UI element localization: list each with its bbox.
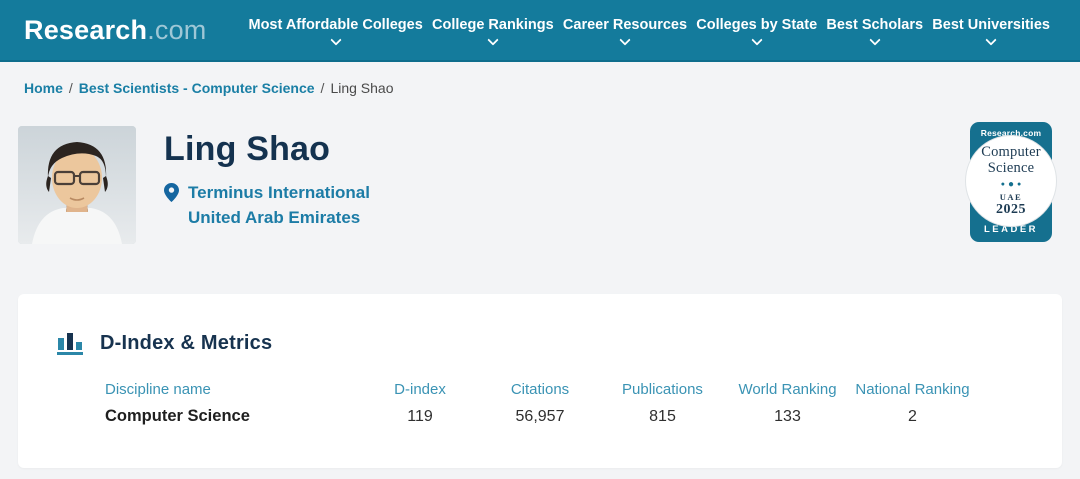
nav-item-colleges-by-state[interactable]: Colleges by State bbox=[696, 17, 817, 44]
profile-photo-illustration bbox=[18, 126, 136, 244]
affiliation-text: Terminus International United Arab Emira… bbox=[188, 181, 370, 230]
logo-primary: Research bbox=[24, 15, 147, 45]
badge-year-label: 2025 bbox=[996, 202, 1026, 218]
metrics-table: Discipline name D-index Citations Public… bbox=[105, 381, 1062, 426]
cell-discipline-name: Computer Science bbox=[105, 407, 360, 426]
cell-citations: 56,957 bbox=[480, 408, 600, 426]
scientist-profile-header: Ling Shao Terminus International United … bbox=[18, 126, 1056, 244]
cell-publications: 815 bbox=[600, 408, 725, 426]
breadcrumb-separator: / bbox=[321, 80, 325, 96]
cell-world-ranking: 133 bbox=[725, 408, 850, 426]
badge-region-label: UAE bbox=[1000, 192, 1022, 202]
card-title: D-Index & Metrics bbox=[100, 332, 272, 355]
column-header-d-index: D-index bbox=[360, 381, 480, 398]
top-navbar: Research.com Most Affordable Colleges Co… bbox=[0, 0, 1080, 62]
breadcrumb-best-scientists-link[interactable]: Best Scientists - Computer Science bbox=[79, 80, 315, 96]
page-title-scientist-name: Ling Shao bbox=[164, 130, 370, 169]
breadcrumb: Home / Best Scientists - Computer Scienc… bbox=[0, 62, 1080, 96]
affiliation-name[interactable]: Terminus International bbox=[188, 181, 370, 206]
affiliation-block: Terminus International United Arab Emira… bbox=[164, 181, 370, 230]
metrics-table-data-row: Computer Science 119 56,957 815 133 2 bbox=[105, 407, 1062, 426]
column-header-world-ranking: World Ranking bbox=[725, 381, 850, 398]
breadcrumb-separator: / bbox=[69, 80, 73, 96]
profile-info: Ling Shao Terminus International United … bbox=[164, 126, 370, 244]
nav-item-career-resources[interactable]: Career Resources bbox=[563, 17, 687, 44]
location-pin-icon bbox=[164, 183, 179, 202]
column-header-publications: Publications bbox=[600, 381, 725, 398]
research-com-logo[interactable]: Research.com bbox=[24, 15, 207, 46]
metrics-table-header-row: Discipline name D-index Citations Public… bbox=[105, 381, 1062, 398]
chevron-down-icon bbox=[487, 34, 498, 45]
nav-menu: Most Affordable Colleges College Ranking… bbox=[249, 17, 1057, 44]
profile-photo bbox=[18, 126, 136, 244]
column-header-national-ranking: National Ranking bbox=[850, 381, 975, 398]
badge-discipline-line2: Science bbox=[988, 160, 1035, 176]
badge-dots-ornament: ●●● bbox=[1001, 179, 1022, 190]
bar-chart-icon bbox=[57, 331, 84, 356]
chevron-down-icon bbox=[330, 34, 341, 45]
nav-item-best-scholars[interactable]: Best Scholars bbox=[826, 17, 923, 44]
column-header-citations: Citations bbox=[480, 381, 600, 398]
card-title-row: D-Index & Metrics bbox=[57, 331, 1062, 356]
affiliation-country: United Arab Emirates bbox=[188, 206, 370, 231]
breadcrumb-current-page: Ling Shao bbox=[330, 80, 393, 96]
nav-item-most-affordable-colleges[interactable]: Most Affordable Colleges bbox=[249, 17, 423, 44]
chevron-down-icon bbox=[985, 34, 996, 45]
chevron-down-icon bbox=[869, 34, 880, 45]
logo-suffix: .com bbox=[147, 15, 206, 45]
breadcrumb-home-link[interactable]: Home bbox=[24, 80, 63, 96]
cell-d-index: 119 bbox=[360, 408, 480, 426]
cell-national-ranking: 2 bbox=[850, 408, 975, 426]
nav-item-best-universities[interactable]: Best Universities bbox=[932, 17, 1050, 44]
column-header-discipline: Discipline name bbox=[105, 381, 360, 398]
chevron-down-icon bbox=[619, 34, 630, 45]
nav-item-college-rankings[interactable]: College Rankings bbox=[432, 17, 554, 44]
badge-discipline-line1: Computer bbox=[981, 144, 1041, 160]
d-index-metrics-card: D-Index & Metrics Discipline name D-inde… bbox=[18, 294, 1062, 468]
leader-award-badge: Research.com LEADER Computer Science ●●●… bbox=[970, 122, 1052, 242]
chevron-down-icon bbox=[751, 34, 762, 45]
badge-medallion: Computer Science ●●● UAE 2025 bbox=[966, 136, 1056, 226]
